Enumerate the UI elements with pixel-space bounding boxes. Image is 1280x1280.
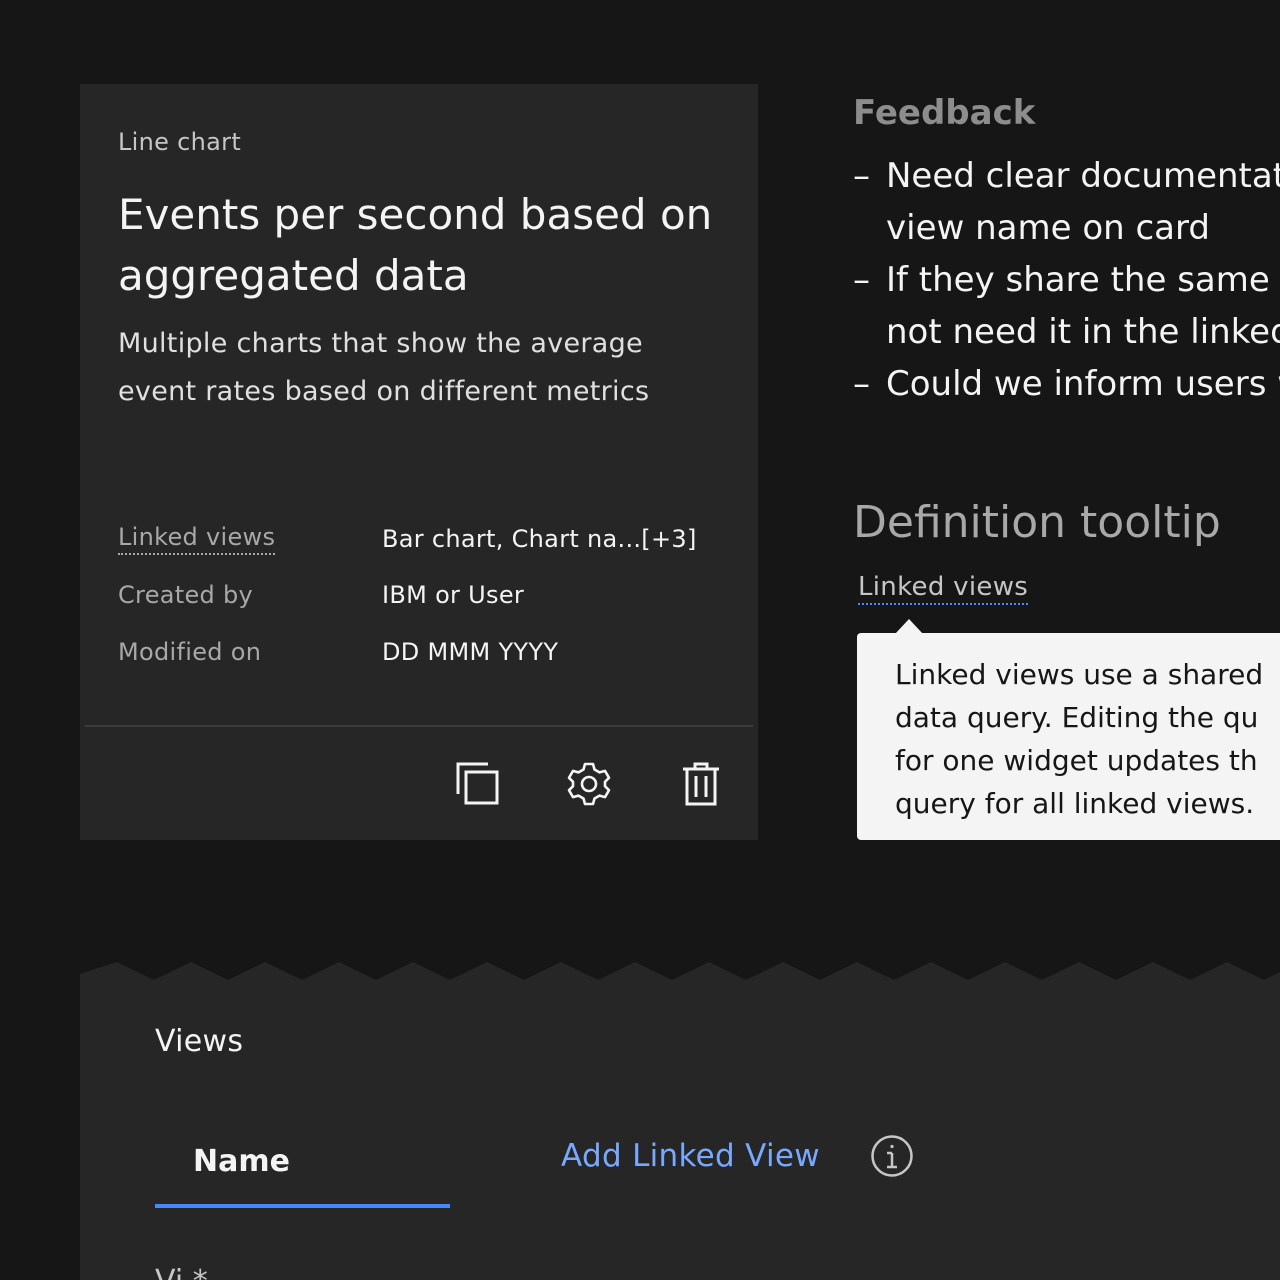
definition-tooltip-title: Definition tooltip bbox=[853, 497, 1221, 548]
copy-icon bbox=[456, 762, 499, 804]
views-heading: Views bbox=[155, 1024, 244, 1059]
created-by-value: IBM or User bbox=[382, 581, 525, 609]
meta-row-modified-on: Modified on DD MMM YYYY bbox=[118, 632, 558, 672]
linked-views-value: Bar chart, Chart na...[+3] bbox=[382, 525, 697, 553]
feedback-item-continued: not need it in the linked bbox=[886, 312, 1280, 352]
widget-card: Line chart Events per second based on ag… bbox=[80, 84, 758, 840]
panel-zigzag-background bbox=[80, 962, 1280, 1280]
card-title: Events per second based on aggregated da… bbox=[118, 190, 713, 300]
trash-icon bbox=[683, 762, 719, 805]
feedback-title: Feedback bbox=[853, 93, 1036, 133]
settings-button[interactable] bbox=[539, 727, 639, 840]
feedback-item-continued: view name on card bbox=[886, 208, 1210, 248]
meta-row-linked-views: Linked views Bar chart, Chart na...[+3] bbox=[118, 519, 697, 559]
feedback-item: – Need clear documentat bbox=[853, 156, 1280, 196]
card-description: Multiple charts that show the average ev… bbox=[118, 328, 650, 407]
delete-button[interactable] bbox=[651, 727, 751, 840]
card-actions bbox=[80, 727, 758, 840]
card-eyebrow: Line chart bbox=[118, 128, 242, 156]
definition-tooltip: Linked views use a shared data query. Ed… bbox=[857, 633, 1280, 840]
created-by-label: Created by bbox=[118, 581, 254, 609]
copy-button[interactable] bbox=[428, 727, 528, 840]
feedback-item: – If they share the same w bbox=[853, 260, 1280, 300]
tab-name[interactable]: Name bbox=[155, 1132, 450, 1208]
definition-tooltip-trigger[interactable]: Linked views bbox=[858, 572, 1029, 605]
feedback-list: – Need clear documentat view name on card… bbox=[853, 150, 1280, 410]
tab-active-indicator bbox=[155, 1204, 450, 1208]
feedback-item: – Could we inform users w bbox=[853, 364, 1280, 404]
modified-on-label: Modified on bbox=[118, 638, 262, 666]
tooltip-text: Linked views use a shared data query. Ed… bbox=[895, 658, 1264, 820]
tab-name-label: Name bbox=[193, 1144, 290, 1179]
modified-on-value: DD MMM YYYY bbox=[382, 638, 559, 666]
tooltip-caret bbox=[895, 619, 923, 634]
view-name-field-label: Vi * bbox=[155, 1264, 208, 1280]
linked-views-label[interactable]: Linked views bbox=[118, 523, 276, 555]
views-panel: Views Name Add Linked View Vi * bbox=[80, 962, 1280, 1280]
info-icon[interactable] bbox=[870, 1134, 914, 1178]
gear-icon bbox=[567, 762, 611, 805]
meta-row-created-by: Created by IBM or User bbox=[118, 575, 524, 615]
add-linked-view-link[interactable]: Add Linked View bbox=[561, 1138, 820, 1174]
